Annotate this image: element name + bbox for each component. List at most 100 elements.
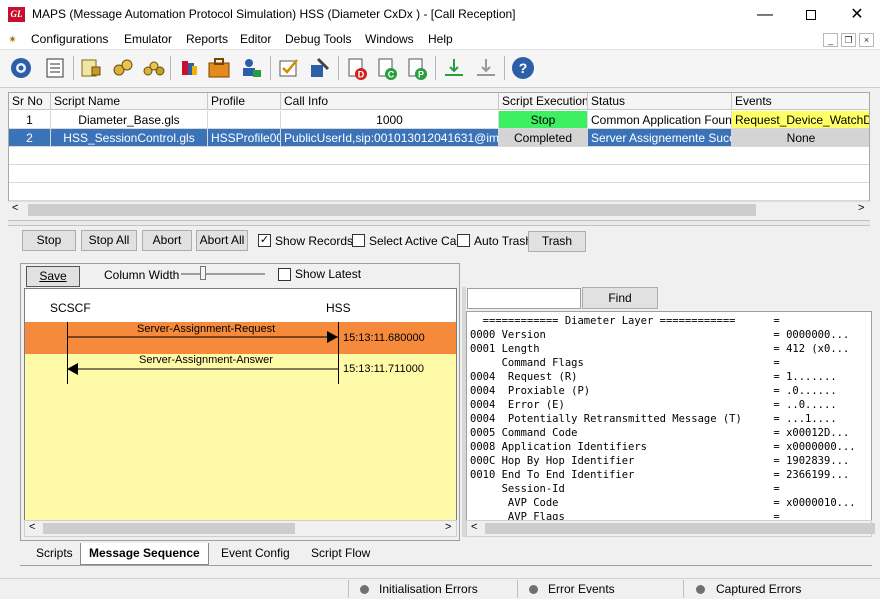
row1-events[interactable]: Request_Device_WatchD... bbox=[732, 111, 869, 129]
stop-all-button[interactable]: Stop All bbox=[81, 230, 137, 251]
diameter-c-icon[interactable]: C bbox=[374, 55, 400, 81]
row1-script-name[interactable]: Diameter_Base.gls bbox=[51, 111, 208, 129]
menu-windows[interactable]: Windows bbox=[365, 32, 414, 46]
scroll-right-icon[interactable]: > bbox=[858, 202, 864, 214]
row1-call-info[interactable]: 1000 bbox=[281, 111, 499, 129]
show-latest-checkbox[interactable] bbox=[278, 268, 291, 281]
settings-icon[interactable] bbox=[8, 55, 34, 81]
row1-profile[interactable] bbox=[208, 111, 281, 129]
load-scripts-icon[interactable] bbox=[110, 55, 136, 81]
scroll-left-icon[interactable]: < bbox=[471, 521, 477, 533]
menu-reports[interactable]: Reports bbox=[186, 32, 228, 46]
diameter-d-icon[interactable]: D bbox=[344, 55, 370, 81]
tab-scripts[interactable]: Scripts bbox=[28, 543, 81, 565]
find-button[interactable]: Find bbox=[582, 287, 658, 309]
mdi-close-button[interactable]: × bbox=[859, 33, 874, 47]
profile-icon[interactable] bbox=[176, 55, 202, 81]
document-icon[interactable]: ✴ bbox=[8, 33, 17, 46]
decode-line: 0001 Length = 412 (x0... bbox=[470, 343, 850, 355]
tab-script-flow[interactable]: Script Flow bbox=[303, 543, 378, 565]
slider-thumb[interactable] bbox=[200, 266, 206, 280]
show-records-checkbox[interactable]: ✓ bbox=[258, 234, 271, 247]
notes-icon[interactable] bbox=[42, 55, 68, 81]
decode-line: 0004 Request (R) = 1....... bbox=[470, 371, 837, 383]
decode-horizontal-scrollbar[interactable]: < bbox=[466, 520, 875, 537]
row2-sr-no[interactable]: 2 bbox=[9, 129, 51, 147]
captured-errors-status-icon bbox=[696, 585, 705, 594]
menu-configurations[interactable]: Configurations bbox=[31, 32, 108, 46]
col-status[interactable]: Status bbox=[588, 93, 732, 110]
decode-line: ============ Diameter Layer ============… bbox=[470, 315, 780, 327]
disconnect-icon[interactable] bbox=[473, 55, 499, 81]
mdi-restore-button[interactable]: ❐ bbox=[841, 33, 856, 47]
row2-status[interactable]: Server Assignemente Succe... bbox=[588, 129, 732, 147]
row1-execution-stop[interactable]: Stop bbox=[499, 111, 588, 129]
abort-all-button[interactable]: Abort All bbox=[196, 230, 248, 251]
diameter-p-icon[interactable]: P bbox=[404, 55, 430, 81]
trash-button[interactable]: Trash bbox=[528, 231, 586, 252]
row1-status[interactable]: Common Application Found bbox=[588, 111, 732, 129]
find-input[interactable] bbox=[467, 288, 581, 309]
row2-call-info[interactable]: PublicUserId,sip:001013012041631@ims.m..… bbox=[281, 129, 499, 147]
column-width-slider[interactable] bbox=[181, 273, 265, 275]
stop-button[interactable]: Stop bbox=[22, 230, 76, 251]
help-icon[interactable]: ? bbox=[510, 55, 536, 81]
user-lock-icon[interactable] bbox=[238, 55, 264, 81]
col-profile[interactable]: Profile bbox=[208, 93, 281, 110]
auto-trash-label: Auto Trash bbox=[474, 234, 533, 248]
decode-view[interactable]: ============ Diameter Layer ============… bbox=[466, 311, 872, 521]
sequence-horizontal-scrollbar[interactable]: < > bbox=[24, 520, 457, 537]
initialisation-errors-status[interactable]: Initialisation Errors bbox=[379, 582, 478, 596]
decode-line: 0004 Error (E) = ..0..... bbox=[470, 399, 837, 411]
menu-debug-tools[interactable]: Debug Tools bbox=[285, 32, 352, 46]
col-call-info[interactable]: Call Info bbox=[281, 93, 499, 110]
scroll-left-icon[interactable]: < bbox=[29, 521, 35, 533]
scroll-thumb[interactable] bbox=[28, 204, 756, 216]
col-script-name[interactable]: Script Name bbox=[51, 93, 208, 110]
message-label[interactable]: Server-Assignment-Request bbox=[137, 323, 275, 335]
row2-events[interactable]: None bbox=[732, 129, 869, 147]
menu-help[interactable]: Help bbox=[428, 32, 453, 46]
toolbox-icon[interactable] bbox=[206, 55, 232, 81]
pane-splitter[interactable] bbox=[8, 220, 870, 226]
row2-script-name[interactable]: HSS_SessionControl.gls bbox=[51, 129, 208, 147]
scroll-thumb[interactable] bbox=[43, 523, 295, 534]
menu-emulator[interactable]: Emulator bbox=[124, 32, 172, 46]
grid-horizontal-scrollbar[interactable]: < > bbox=[8, 201, 870, 217]
select-active-call-checkbox[interactable] bbox=[352, 234, 365, 247]
row1-sr-no[interactable]: 1 bbox=[9, 111, 51, 129]
captured-errors-status[interactable]: Captured Errors bbox=[716, 582, 801, 596]
initialisation-errors-status-icon bbox=[360, 585, 369, 594]
col-sr-no[interactable]: Sr No bbox=[9, 93, 51, 110]
decode-line: 0010 End To End Identifier = 2366199... bbox=[470, 469, 850, 481]
scroll-left-icon[interactable]: < bbox=[12, 202, 18, 214]
menu-editor[interactable]: Editor bbox=[240, 32, 271, 46]
scroll-right-icon[interactable]: > bbox=[445, 521, 451, 533]
message-label[interactable]: Server-Assignment-Answer bbox=[139, 354, 273, 366]
maximize-button[interactable] bbox=[788, 0, 834, 30]
scroll-thumb[interactable] bbox=[485, 523, 875, 534]
error-events-status[interactable]: Error Events bbox=[548, 582, 615, 596]
load-all-scripts-icon[interactable] bbox=[140, 55, 166, 81]
connect-icon[interactable] bbox=[441, 55, 467, 81]
script-edit-icon[interactable] bbox=[78, 55, 104, 81]
auto-trash-checkbox[interactable] bbox=[457, 234, 470, 247]
sequence-diagram: SCSCF HSS Server-Assignment-Request 15:1… bbox=[24, 288, 457, 522]
mdi-minimize-button[interactable]: _ bbox=[823, 33, 838, 47]
row2-profile[interactable]: HSSProfile00... bbox=[208, 129, 281, 147]
col-script-execution[interactable]: Script Execution bbox=[499, 93, 588, 110]
save-button[interactable]: Save bbox=[26, 266, 80, 287]
script-grid: Sr No Script Name Profile Call Info Scri… bbox=[8, 92, 870, 217]
edit-check-icon[interactable] bbox=[276, 55, 302, 81]
col-events[interactable]: Events bbox=[732, 93, 869, 110]
abort-button[interactable]: Abort bbox=[142, 230, 192, 251]
show-records-label: Show Records bbox=[275, 234, 354, 248]
tab-event-config[interactable]: Event Config bbox=[213, 543, 298, 565]
close-button[interactable]: ✕ bbox=[834, 0, 880, 30]
tab-message-sequence[interactable]: Message Sequence bbox=[80, 543, 209, 565]
message-time: 15:13:11.680000 bbox=[343, 332, 425, 344]
row2-execution-completed[interactable]: Completed bbox=[499, 129, 588, 147]
tools-icon[interactable] bbox=[306, 55, 332, 81]
minimize-button[interactable]: — bbox=[742, 0, 788, 30]
toolbar: D C P ? bbox=[0, 50, 880, 88]
